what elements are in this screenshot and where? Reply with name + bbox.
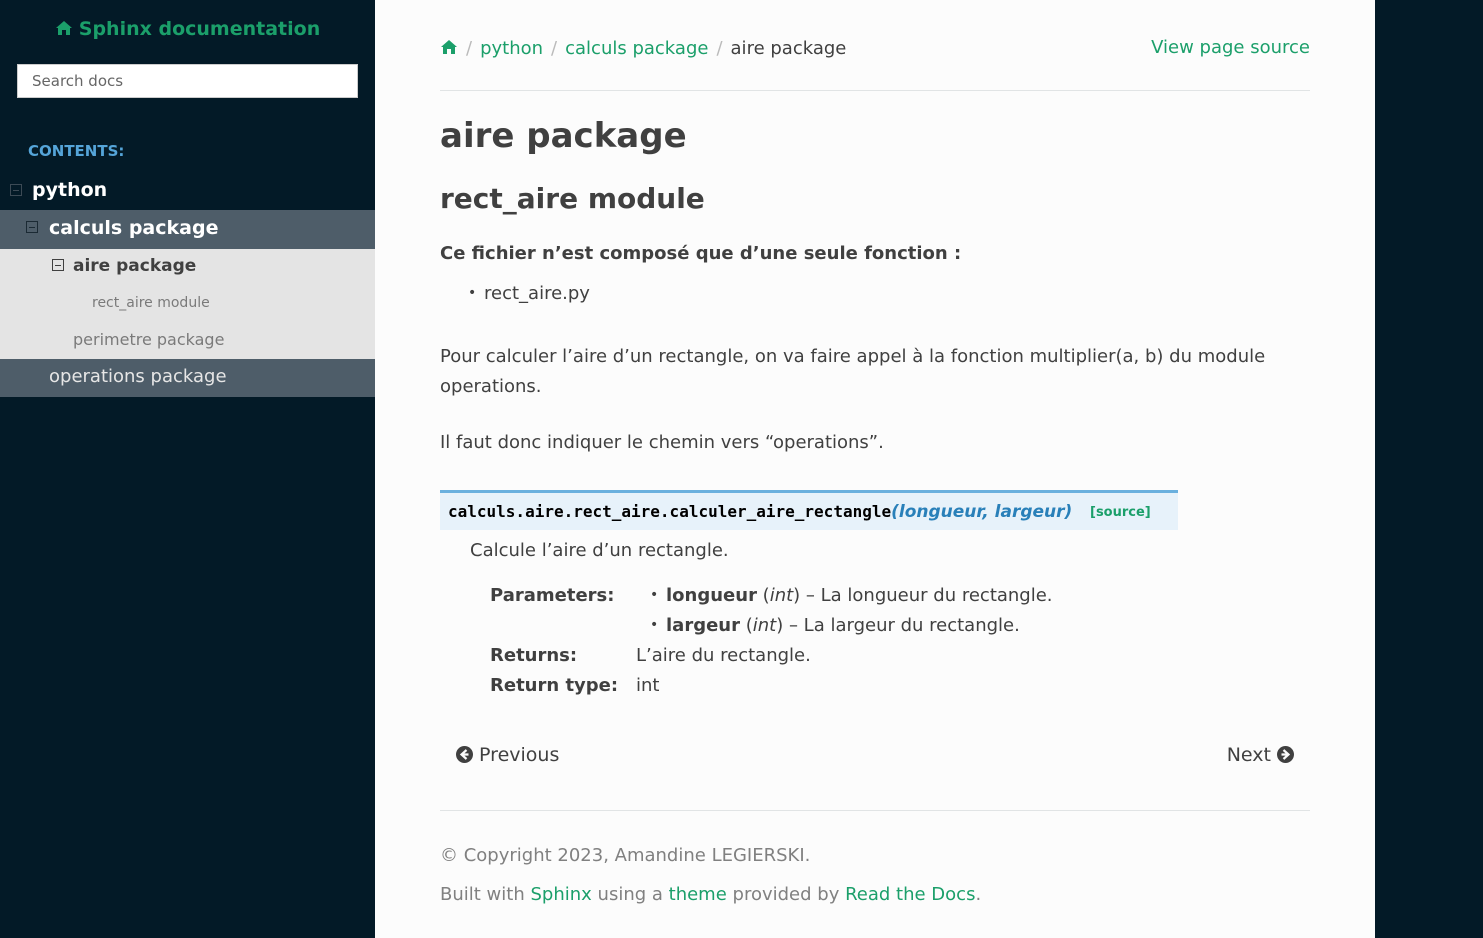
field-label: Parameters: [490,585,615,606]
copyright: © Copyright 2023, Amandine LEGIERSKI. [440,845,811,866]
param-item: largeur (int) – La largeur du rectangle. [650,615,1020,636]
arrow-right-icon [1277,746,1294,763]
sphinx-link[interactable]: Sphinx [530,884,591,905]
lead-text: Ce fichier n’est composé que d’une seule… [440,243,962,264]
search-input[interactable] [17,64,358,98]
arrow-left-icon [456,746,473,763]
sidebar-item-label: operations package [49,366,227,387]
brand-link[interactable]: Sphinx documentation [0,18,375,40]
breadcrumb-current: aire package [730,38,847,59]
param-name: longueur [666,585,757,606]
field-label: Returns: [490,645,578,666]
paragraph: Pour calculer l’aire d’un rectangle, on … [440,346,1266,397]
built-with: Built with Sphinx using a theme provided… [440,884,981,905]
breadcrumb-separator: / [716,38,723,59]
collapse-icon[interactable] [26,221,38,233]
toc-caption: CONTENTS: [28,142,125,160]
sidebar-item-label: python [32,179,108,201]
section-title: rect_aire module [440,182,705,215]
previous-button[interactable]: Previous [456,744,559,766]
sidebar-item-rect-aire[interactable]: rect_aire module [92,295,210,311]
sidebar-item-aire[interactable]: aire package [0,249,375,285]
breadcrumb: / python / calculs package / aire package [440,38,846,59]
breadcrumb-separator: / [466,38,473,59]
signature-code: calculs.aire.rect_aire.calculer_aire_rec… [448,502,1072,522]
brand-title: Sphinx documentation [78,18,321,40]
previous-label: Previous [479,744,560,766]
sidebar-item-perimetre[interactable]: perimetre package [73,330,224,349]
rtd-link[interactable]: Read the Docs [845,884,975,905]
sidebar: Sphinx documentation CONTENTS: python ca… [0,0,375,938]
param-desc: La largeur du rectangle. [803,615,1020,636]
collapse-icon[interactable] [52,259,64,271]
field-label: Return type: [490,675,619,696]
built-using: using a [597,884,663,905]
collapse-icon[interactable] [10,184,22,196]
home-icon [441,40,457,54]
function-params: (longueur, largeur) [891,502,1073,522]
param-item: longueur (int) – La longueur du rectangl… [650,585,1053,606]
sidebar-item-python[interactable]: python [0,172,375,210]
list-item: rect_aire.py [468,283,590,304]
field-value: int [636,675,660,696]
param-type: int [769,585,794,606]
page-title: aire package [440,116,687,156]
built-prefix: Built with [440,884,525,905]
main-content: / python / calculs package / aire package Vie… [375,0,1375,938]
function-signature: calculs.aire.rect_aire.calculer_aire_rec… [440,490,1178,530]
sidebar-item-calculs[interactable]: calculs package [0,210,375,249]
sidebar-item-label: aire package [73,256,197,276]
source-link[interactable]: [source] [1090,505,1151,520]
breadcrumb-calculs[interactable]: calculs package [565,38,708,59]
param-name: largeur [666,615,740,636]
theme-link[interactable]: theme [669,884,727,905]
function-name: calculs.aire.rect_aire.calculer_aire_rec… [448,502,892,521]
page-margin [1375,0,1483,938]
field-value: L’aire du rectangle. [636,645,811,666]
divider [440,810,1310,811]
paragraph: Il faut donc indiquer le chemin vers “op… [440,432,884,453]
breadcrumb-python[interactable]: python [480,38,543,59]
divider [440,90,1310,91]
breadcrumb-separator: / [551,38,558,59]
sidebar-item-operations[interactable]: operations package [0,359,375,397]
built-provided: provided by [732,884,840,905]
next-label: Next [1226,744,1271,766]
sidebar-expanded-group: aire package rect_aire module perimetre … [0,249,375,359]
view-page-source-link[interactable]: View page source [1151,37,1310,58]
param-desc: La longueur du rectangle. [820,585,1053,606]
param-type: int [752,615,777,636]
next-button[interactable]: Next [1227,744,1294,766]
sidebar-item-label: calculs package [49,217,219,239]
built-period: . [975,884,982,905]
breadcrumb-home[interactable] [440,38,458,59]
home-icon [55,21,72,35]
function-description: Calcule l’aire d’un rectangle. [470,540,729,561]
